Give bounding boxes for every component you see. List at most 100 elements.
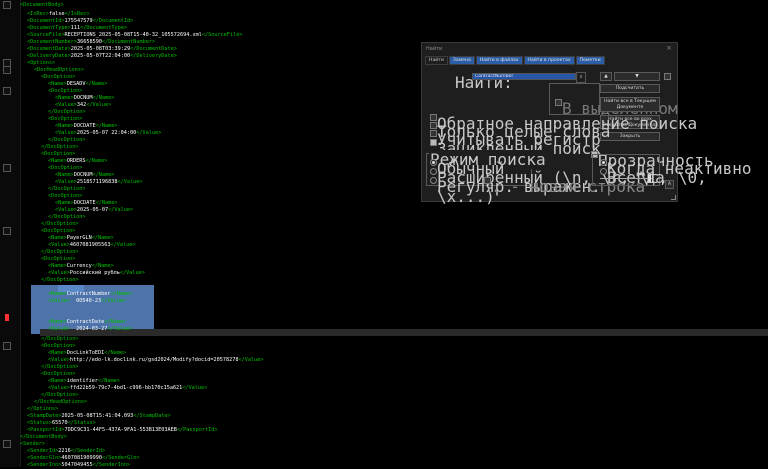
code-line: <Options> bbox=[27, 60, 56, 66]
find-option-checkbox[interactable] bbox=[664, 73, 671, 80]
resize-grip-icon[interactable] bbox=[671, 195, 676, 200]
code-line: <DocOption> bbox=[48, 165, 83, 171]
backward-direction-checkbox[interactable] bbox=[430, 114, 437, 121]
fold-marker-icon[interactable] bbox=[3, 227, 11, 235]
bookmark-marker-icon bbox=[5, 314, 9, 321]
code-line: <DocumentDate>2025-05-08T03:39:29</Docum… bbox=[27, 46, 177, 52]
find-input[interactable] bbox=[472, 73, 576, 80]
code-line: <DocOption> bbox=[41, 228, 76, 234]
code-line: <SenderId>2216</SenderId> bbox=[27, 448, 106, 454]
code-line: <Name>ORDERS</Name> bbox=[48, 158, 108, 164]
code-line: <Value>2025-05-07</Value> bbox=[55, 207, 134, 213]
code-line: </DocHeadOptions> bbox=[34, 399, 88, 405]
code-line: <Value>Российский рубль</Value> bbox=[48, 270, 145, 276]
mode-extended-radio[interactable] bbox=[430, 168, 437, 175]
code-line: </DocOption> bbox=[41, 277, 79, 283]
newline-checkbox[interactable] bbox=[484, 177, 491, 184]
clear-input-icon[interactable]: x bbox=[576, 72, 586, 83]
code-line: </DocOption> bbox=[41, 364, 79, 370]
in-selection-checkbox[interactable] bbox=[555, 99, 562, 106]
code-line: <Name>DOCNUM</Name> bbox=[55, 95, 115, 101]
code-line: <DocHeadOptions> bbox=[34, 67, 84, 73]
code-line: <DocOption> bbox=[41, 74, 76, 80]
code-line: <Name>PayerGLN</Name> bbox=[48, 235, 114, 241]
code-line: </DocOption> bbox=[41, 144, 79, 150]
code-line: <Sender> bbox=[20, 441, 45, 447]
fold-marker-icon[interactable] bbox=[3, 1, 11, 9]
code-line: </DocOption> bbox=[41, 392, 79, 398]
code-line: <Name>DOCNUM</Name> bbox=[55, 172, 115, 178]
code-line: <SourceFile>RECEPTIONS_2025-05-08T15-40-… bbox=[27, 32, 243, 38]
code-line: <Name>DESADV</Name> bbox=[48, 81, 108, 87]
search-up-button[interactable]: ▲ bbox=[600, 72, 612, 81]
code-line: <DeliveryDate>2025-05-07T22:04:00</Deliv… bbox=[27, 53, 177, 59]
code-line: <DocumentType>111</DocumentType> bbox=[27, 25, 127, 31]
code-line: <DocOption> bbox=[48, 88, 83, 94]
code-line: <Name>Currency</Name> bbox=[48, 263, 114, 269]
code-line: <Value> 2024-03-27</Value> bbox=[48, 326, 133, 332]
code-line: <StampDate>2025-05-08T15:41:04.093</Stam… bbox=[27, 413, 171, 419]
find-all-current-button[interactable]: Найти все в Текущем Документе bbox=[600, 97, 660, 112]
mode-normal-radio[interactable] bbox=[430, 159, 437, 166]
code-line: <Value>ffd22b59-79c7-4bd1-c996-bb170c15a… bbox=[48, 385, 208, 391]
code-line: <Value>2518571196838</Value> bbox=[55, 179, 143, 185]
code-line: </DocumentBody> bbox=[20, 434, 67, 440]
fold-marker-icon[interactable] bbox=[3, 87, 11, 95]
code-line: <DocOption> bbox=[41, 343, 76, 349]
code-line: <DocOption> bbox=[41, 151, 76, 157]
tab-find-in-projects[interactable]: Найти в проектах bbox=[523, 56, 575, 65]
code-line: </DocOption> bbox=[41, 336, 79, 342]
code-line: <Value>2025-05-07 22:04:00</Value> bbox=[55, 130, 162, 136]
tab-find-in-files[interactable]: Найти в файлах bbox=[475, 56, 523, 65]
fold-marker-icon[interactable] bbox=[3, 164, 11, 172]
code-line: <Name>identifier</Name> bbox=[48, 378, 120, 384]
code-line: </DocOption> bbox=[48, 186, 86, 192]
whole-word-checkbox[interactable] bbox=[430, 122, 437, 129]
transparency-slider-thumb[interactable] bbox=[648, 175, 651, 182]
code-line: </DocOption> bbox=[48, 214, 86, 220]
code-line: <Value>342</Value> bbox=[55, 102, 112, 108]
dialog-tabs: Найти Замена Найти в файлах Найти в прое… bbox=[425, 56, 606, 65]
wrap-around-checkbox[interactable] bbox=[430, 139, 437, 146]
code-line: <DocOption> bbox=[41, 256, 76, 262]
transparency-inactive-radio[interactable] bbox=[600, 159, 607, 166]
code-line: <Name>ContractNumber</Name> bbox=[48, 291, 133, 297]
code-line: <Status>65570</Status> bbox=[27, 420, 96, 426]
code-line: <Name>ContractDate</Name> bbox=[48, 319, 127, 325]
code-line: </DocOption> bbox=[41, 249, 79, 255]
code-line: <SenderGln>4607081909990</SenderGln> bbox=[27, 455, 140, 461]
code-line: <DocOption> bbox=[48, 193, 83, 199]
code-line: <DocOption> bbox=[41, 371, 76, 377]
mode-regex-radio[interactable] bbox=[430, 177, 437, 184]
code-line: <Value> 0O540-23</Value> bbox=[48, 298, 127, 304]
fold-marker-icon[interactable] bbox=[3, 342, 11, 350]
code-line: <Name>DOCDATE</Name> bbox=[55, 123, 118, 129]
search-down-button[interactable]: ▼ bbox=[614, 72, 660, 81]
code-line: </DocOption> bbox=[48, 109, 86, 115]
count-button[interactable]: Подсчитать bbox=[600, 84, 660, 93]
tab-replace[interactable]: Замена bbox=[448, 56, 475, 65]
fold-marker-icon[interactable] bbox=[3, 66, 11, 74]
transparency-always-radio[interactable] bbox=[600, 168, 607, 175]
code-line: <DocumentId>175547579</DocumentId> bbox=[27, 18, 134, 24]
dialog-title: Найти bbox=[426, 46, 443, 52]
transparency-slider-track[interactable] bbox=[600, 178, 652, 179]
code-line: <IsRec>false</IsRec> bbox=[27, 11, 90, 17]
code-line: <Value>4607081905563</Value> bbox=[48, 242, 136, 248]
match-case-checkbox[interactable] bbox=[430, 130, 437, 137]
fold-marker-icon[interactable] bbox=[3, 440, 11, 448]
current-line-highlight bbox=[40, 329, 768, 336]
code-line: <DocumentNumber>36658590</DocumentNumber… bbox=[27, 39, 156, 45]
code-line: <Name>DOCDATE</Name> bbox=[55, 200, 118, 206]
code-line: <Value>http://edo-lk.doclink.ru/gsd2024/… bbox=[48, 357, 264, 363]
code-line: <DocOption> bbox=[48, 116, 83, 122]
transparency-button[interactable]: A bbox=[665, 180, 674, 189]
tab-mark[interactable]: Пометки bbox=[575, 56, 605, 65]
code-line: <Name>DocLinkToEDI</Name> bbox=[48, 350, 127, 356]
code-line: <PassportId>7DDC9C31-44F5-437A-9FA1-553B… bbox=[27, 427, 218, 433]
code-line: </DocOption> bbox=[48, 137, 86, 143]
tab-find[interactable]: Найти bbox=[425, 56, 448, 65]
code-line: </Options> bbox=[27, 406, 59, 412]
close-icon[interactable]: × bbox=[666, 44, 672, 52]
editor-gutter[interactable] bbox=[0, 0, 21, 467]
